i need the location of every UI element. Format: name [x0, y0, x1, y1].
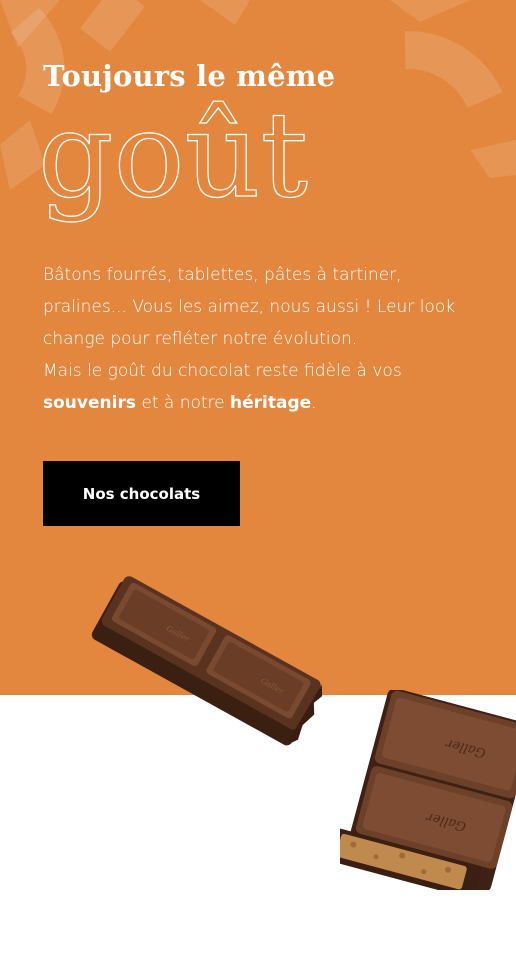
heritage-emphasis: héritage	[230, 393, 312, 413]
hero-headline: goût	[37, 98, 308, 225]
page: Toujours le même goût Bâtons fourrés, ta…	[0, 0, 516, 964]
description-text: et à notre	[135, 393, 231, 413]
description-line: Bâtons fourrés, tablettes, pâtes à tarti…	[43, 265, 402, 285]
description-line: Mais le goût du chocolat reste fidèle à …	[43, 361, 402, 381]
description-line: change pour refléter notre évolution.	[43, 329, 358, 349]
hero-kicker: Toujours le même	[43, 59, 336, 93]
description-text: .	[311, 393, 317, 413]
description-line: pralines... Vous les aimez, nous aussi !…	[43, 297, 456, 317]
hero-headline-text: goût	[38, 98, 308, 224]
hero-description: Bâtons fourrés, tablettes, pâtes à tarti…	[43, 259, 483, 419]
chocolate-bar-image: Galler Galler	[91, 576, 323, 746]
souvenirs-emphasis: souvenirs	[43, 393, 136, 413]
our-chocolates-button[interactable]: Nos chocolats	[43, 461, 240, 526]
chocolate-bar-image: Galler Galler	[340, 690, 516, 890]
